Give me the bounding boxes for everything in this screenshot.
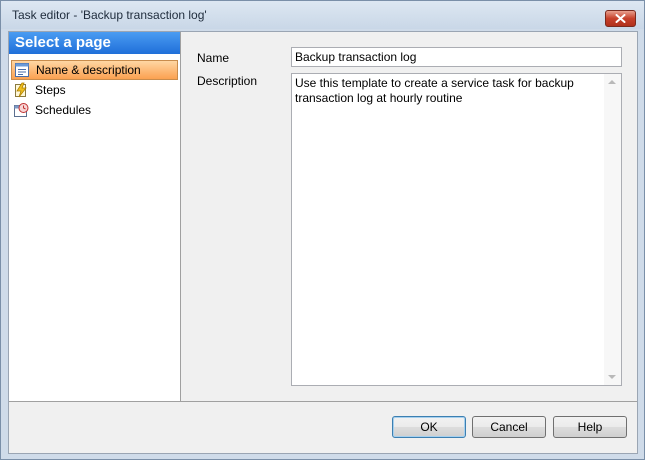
cancel-button[interactable]: Cancel bbox=[472, 416, 546, 438]
description-textarea[interactable]: Use this template to create a service ta… bbox=[291, 73, 622, 386]
sidebar-item-schedules[interactable]: Schedules bbox=[11, 100, 178, 120]
page-selector-pane: Select a page Name & description Steps S… bbox=[9, 32, 181, 401]
steps-icon bbox=[15, 82, 27, 98]
scroll-up-icon[interactable] bbox=[608, 80, 616, 84]
button-area-divider bbox=[9, 401, 637, 402]
name-description-icon bbox=[15, 63, 29, 77]
page-selector-header: Select a page bbox=[9, 32, 180, 54]
page-content: Name Description Use this template to cr… bbox=[181, 32, 637, 401]
window-title: Task editor - 'Backup transaction log' bbox=[12, 8, 207, 22]
description-scrollbar[interactable] bbox=[604, 74, 621, 385]
sidebar-item-label: Schedules bbox=[35, 103, 92, 117]
name-label: Name bbox=[197, 51, 230, 65]
dialog-client-area: Select a page Name & description Steps S… bbox=[8, 31, 638, 454]
close-icon bbox=[615, 14, 626, 23]
scroll-down-icon[interactable] bbox=[608, 375, 616, 379]
name-input[interactable] bbox=[291, 47, 622, 67]
schedules-icon bbox=[14, 103, 29, 117]
description-label: Description bbox=[197, 74, 258, 88]
title-bar[interactable]: Task editor - 'Backup transaction log' bbox=[1, 1, 644, 29]
description-text: Use this template to create a service ta… bbox=[295, 76, 574, 105]
ok-button[interactable]: OK bbox=[392, 416, 466, 438]
task-editor-window: Task editor - 'Backup transaction log' S… bbox=[0, 0, 645, 460]
sidebar-item-name-description[interactable]: Name & description bbox=[11, 60, 178, 80]
close-button[interactable] bbox=[605, 10, 636, 27]
sidebar-item-label: Steps bbox=[35, 83, 66, 97]
sidebar-item-label: Name & description bbox=[36, 63, 141, 77]
sidebar-item-steps[interactable]: Steps bbox=[11, 80, 178, 100]
help-button[interactable]: Help bbox=[553, 416, 627, 438]
